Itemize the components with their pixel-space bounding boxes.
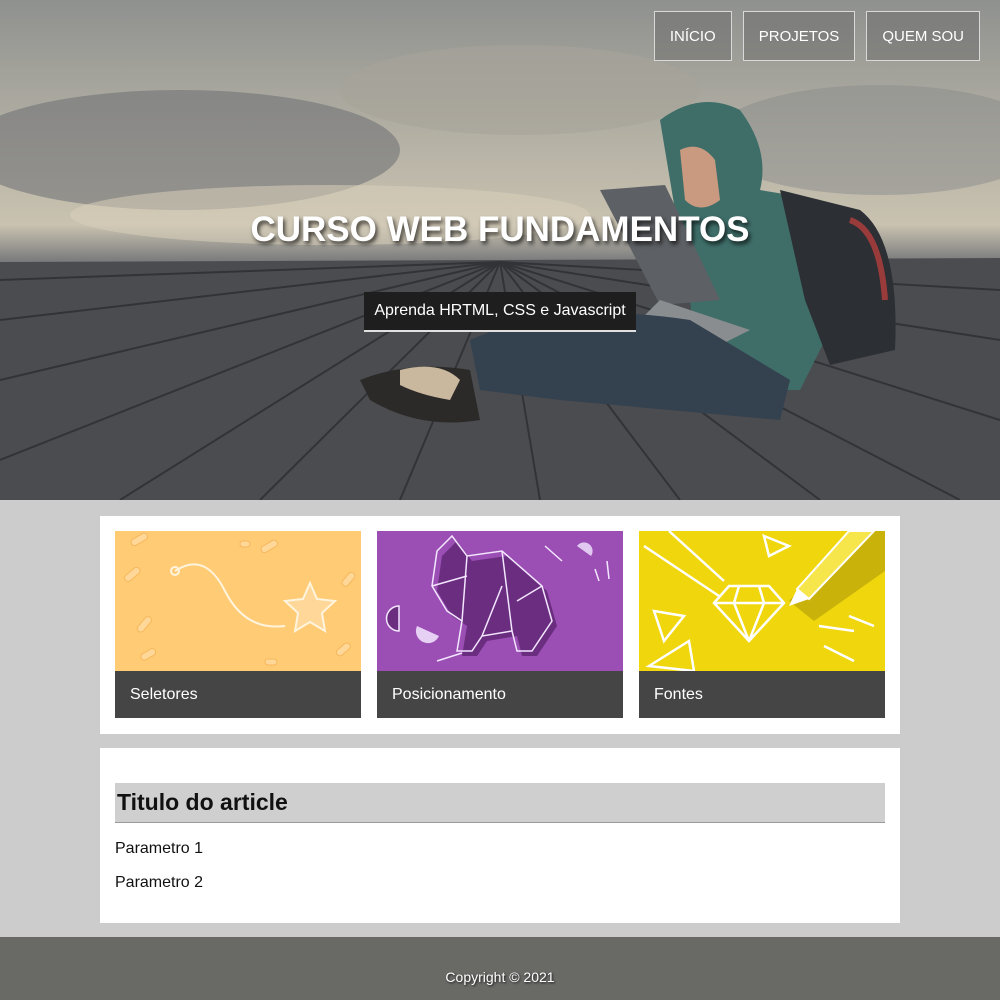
copyright-text: Copyright © 2021 [445, 969, 555, 985]
cards-section: Seletores Posicionamento Fontes [100, 516, 900, 734]
card-seletores[interactable]: Seletores [115, 531, 361, 718]
hero-title: CURSO WEB FUNDAMENTOS [250, 210, 750, 249]
card-label: Fontes [639, 671, 885, 718]
article-param-2: Parametro 2 [115, 874, 204, 891]
article-section: Titulo do article Parametro 1 Parametro … [100, 748, 900, 923]
hero-background-image [0, 45, 1000, 500]
article-title: Titulo do article [115, 783, 885, 823]
card-label: Posicionamento [377, 671, 623, 718]
nav-quem-sou-button[interactable]: QUEM SOU [866, 11, 980, 61]
hero-subtitle: Aprenda HRTML, CSS e Javascript [364, 292, 636, 332]
card-posicionamento[interactable]: Posicionamento [377, 531, 623, 718]
star-path-illustration-icon [115, 531, 361, 671]
card-fontes[interactable]: Fontes [639, 531, 885, 718]
origami-elephant-illustration-icon [377, 531, 623, 671]
diamond-pencil-illustration-icon [639, 531, 885, 671]
main-nav: INÍCIO PROJETOS QUEM SOU [653, 11, 980, 61]
footer: Copyright © 2021 [0, 937, 1000, 1000]
hero-banner: INÍCIO PROJETOS QUEM SOU CURSO WEB FUNDA… [0, 0, 1000, 500]
article-param-1: Parametro 1 [115, 840, 204, 857]
nav-inicio-button[interactable]: INÍCIO [653, 11, 732, 61]
nav-projetos-button[interactable]: PROJETOS [742, 11, 856, 61]
card-label: Seletores [115, 671, 361, 718]
